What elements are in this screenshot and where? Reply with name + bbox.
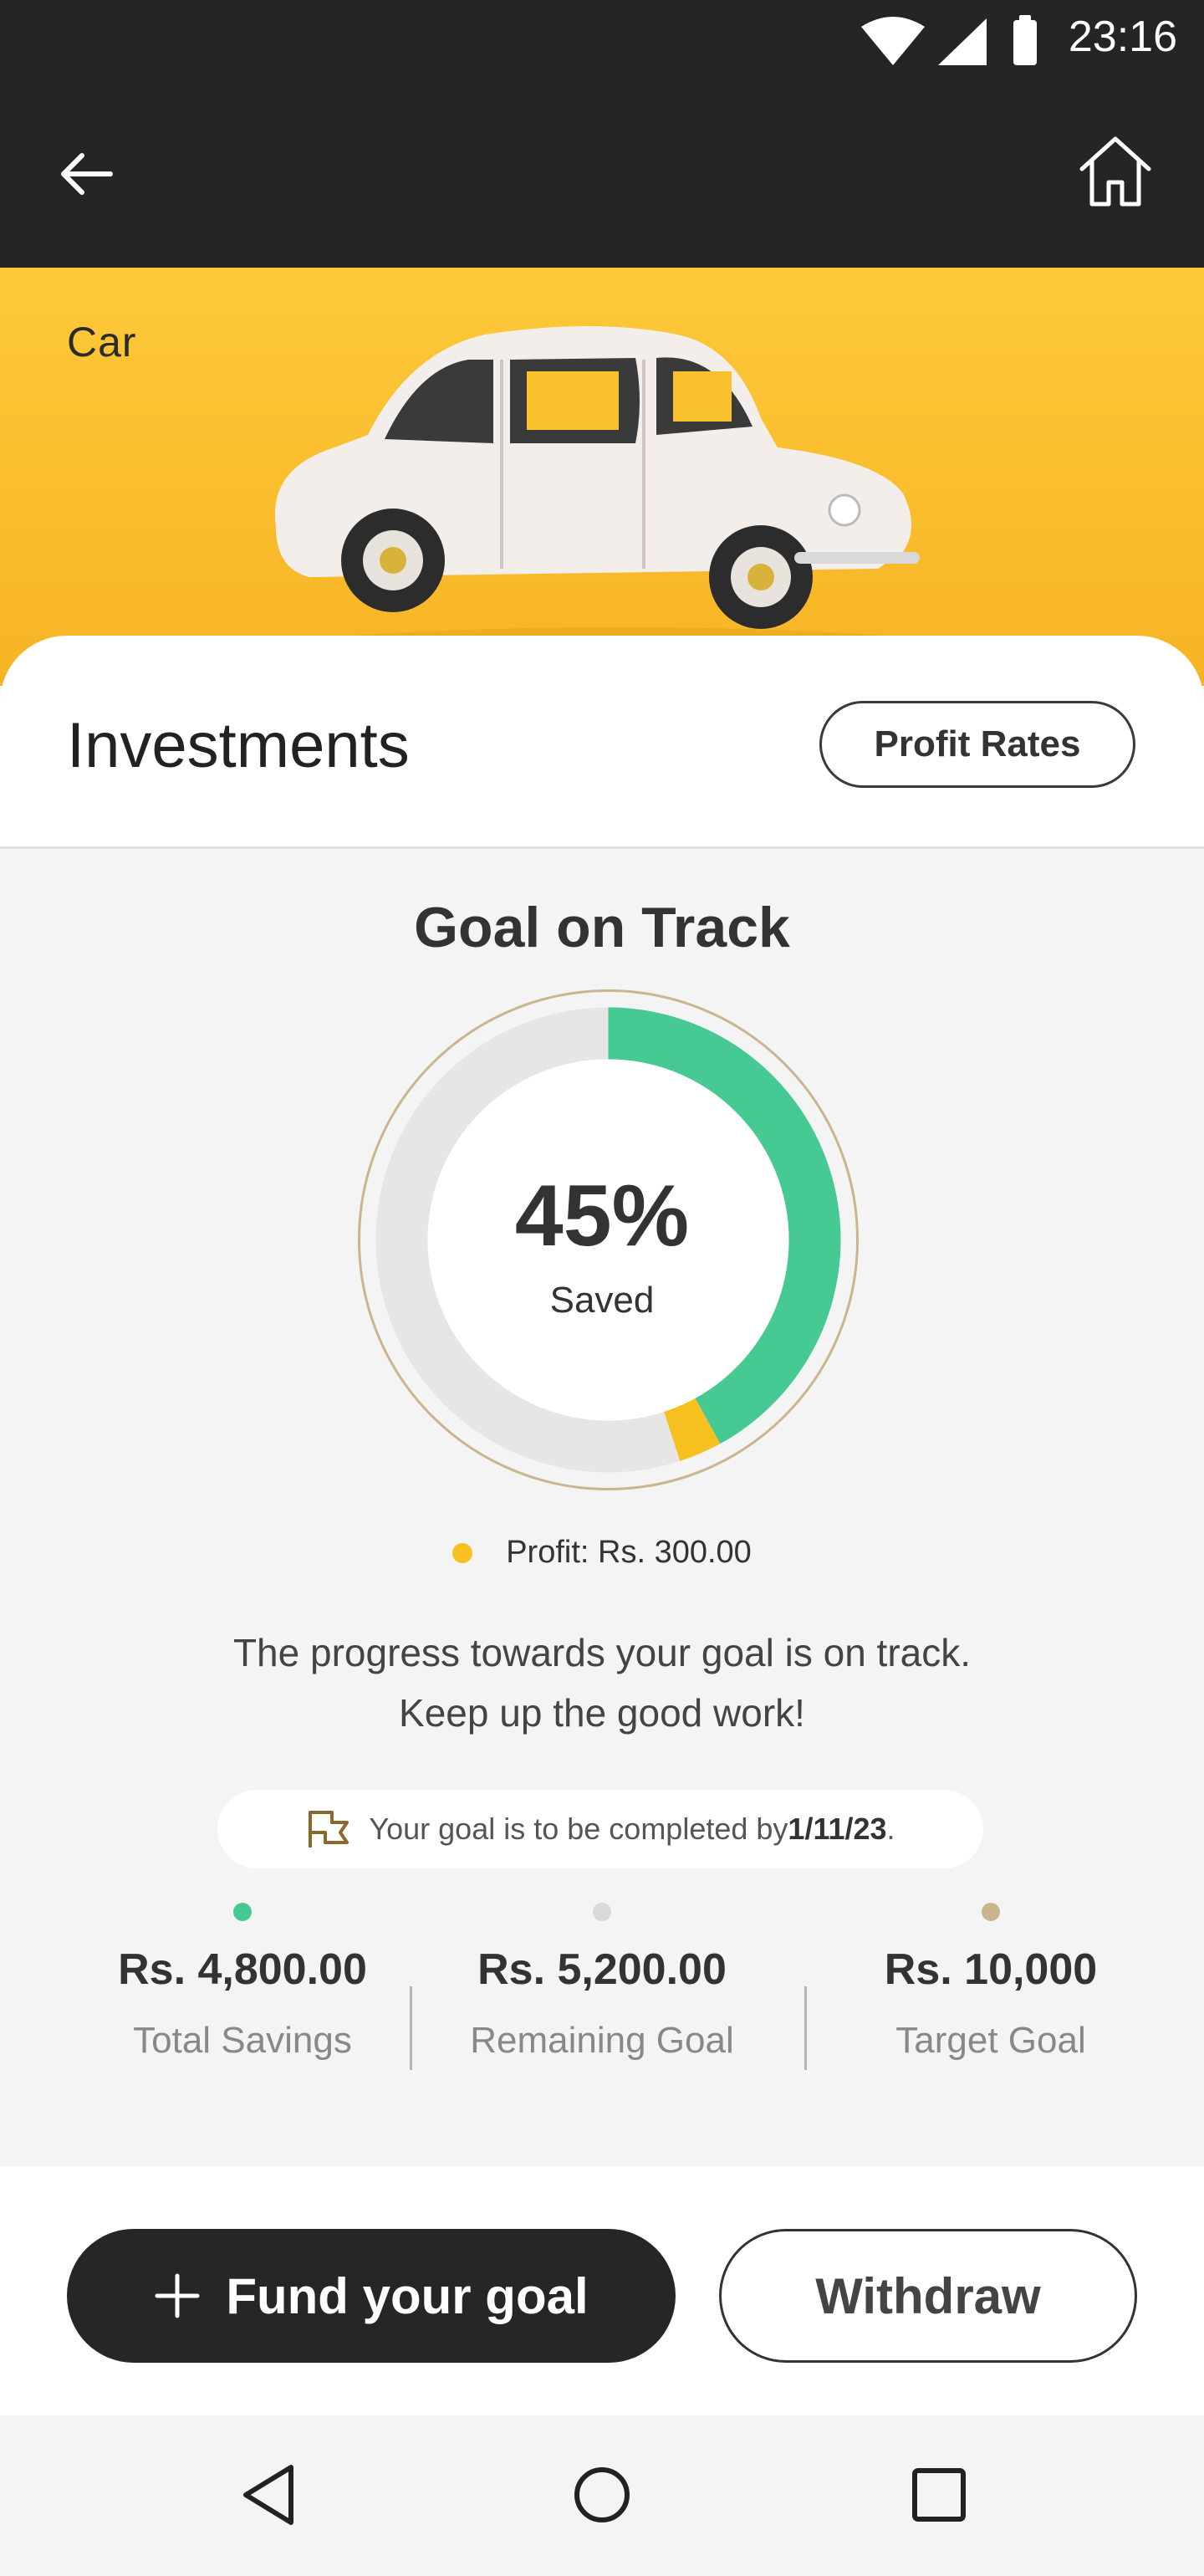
profit-dot bbox=[452, 1542, 473, 1563]
back-triangle-icon bbox=[243, 2465, 293, 2525]
progress-message-line1: The progress towards your goal is on tra… bbox=[232, 1631, 972, 1674]
car-image bbox=[268, 326, 970, 669]
stat-dot bbox=[982, 1903, 1000, 1921]
home-icon bbox=[1079, 136, 1151, 207]
stat-label: Total Savings bbox=[133, 2020, 352, 2061]
fund-goal-label: Fund your goal bbox=[226, 2267, 589, 2324]
home-circle-icon bbox=[574, 2467, 630, 2522]
nav-back-button[interactable] bbox=[232, 2457, 308, 2533]
saved-label: Saved bbox=[549, 1280, 655, 1321]
back-button[interactable] bbox=[52, 135, 119, 202]
stat-value: Rs. 10,000 bbox=[884, 1945, 1098, 1994]
profit-rates-button[interactable]: Profit Rates bbox=[819, 701, 1135, 788]
saved-percent: 45% bbox=[514, 1168, 690, 1265]
stat-divider bbox=[804, 1986, 807, 2070]
flag-icon bbox=[309, 1811, 349, 1848]
goal-deadline: Your goal is to be completed by 1/11/23 … bbox=[217, 1790, 983, 1868]
profit-amount: Profit: Rs. 300.00 bbox=[506, 1535, 752, 1570]
nav-home-button[interactable] bbox=[564, 2457, 640, 2533]
deadline-suffix: . bbox=[886, 1812, 895, 1846]
savings-stats: Rs. 4,800.00 Total Savings Rs. 5,200.00 … bbox=[0, 1903, 1204, 2103]
stat-value: Rs. 5,200.00 bbox=[477, 1945, 727, 1994]
stat-value: Rs. 4,800.00 bbox=[118, 1945, 367, 1994]
withdraw-button[interactable]: Withdraw bbox=[719, 2229, 1137, 2363]
section-title: Investments bbox=[67, 710, 410, 781]
recents-square-icon bbox=[912, 2468, 966, 2522]
deadline-text: Your goal is to be completed by bbox=[369, 1812, 788, 1846]
deadline-date: 1/11/23 bbox=[788, 1812, 887, 1846]
battery-icon bbox=[1013, 15, 1037, 65]
stat-total-savings: Rs. 4,800.00 Total Savings bbox=[75, 1903, 410, 2062]
fund-goal-button[interactable]: Fund your goal bbox=[67, 2229, 676, 2363]
stat-label: Remaining Goal bbox=[470, 2020, 734, 2061]
app-bar bbox=[0, 84, 1204, 268]
goal-name: Car bbox=[67, 319, 137, 365]
goal-hero-banner: Car bbox=[0, 268, 1204, 686]
status-bar: 23:16 bbox=[0, 0, 1204, 84]
goal-progress-section: Goal on Track 45% Saved Profit: Rs. 300.… bbox=[0, 849, 1204, 2166]
progress-message: The progress towards your goal is on tra… bbox=[100, 1623, 1104, 1743]
status-icons bbox=[861, 15, 1062, 73]
stat-dot bbox=[593, 1903, 611, 1921]
nav-recents-button[interactable] bbox=[901, 2457, 977, 2533]
plus-icon bbox=[155, 2273, 200, 2318]
system-nav-bar bbox=[0, 2415, 1204, 2576]
stat-divider bbox=[410, 1986, 412, 2070]
action-bar: Fund your goal Withdraw bbox=[0, 2166, 1204, 2415]
wifi-icon bbox=[861, 17, 925, 65]
stat-remaining-goal: Rs. 5,200.00 Remaining Goal bbox=[435, 1903, 769, 2062]
stat-label: Target Goal bbox=[895, 2020, 1086, 2061]
signal-icon bbox=[938, 18, 987, 65]
status-time: 23:16 bbox=[1068, 13, 1177, 61]
goal-status-title: Goal on Track bbox=[414, 896, 790, 959]
arrow-left-icon bbox=[61, 153, 113, 195]
profit-legend: Profit: Rs. 300.00 bbox=[0, 1535, 1204, 1571]
investments-header: Investments Profit Rates bbox=[0, 636, 1204, 849]
home-button[interactable] bbox=[1074, 130, 1157, 214]
progress-message-line2: Keep up the good work! bbox=[399, 1691, 805, 1735]
stat-dot bbox=[233, 1903, 252, 1921]
stat-target-goal: Rs. 10,000 Target Goal bbox=[824, 1903, 1158, 2062]
